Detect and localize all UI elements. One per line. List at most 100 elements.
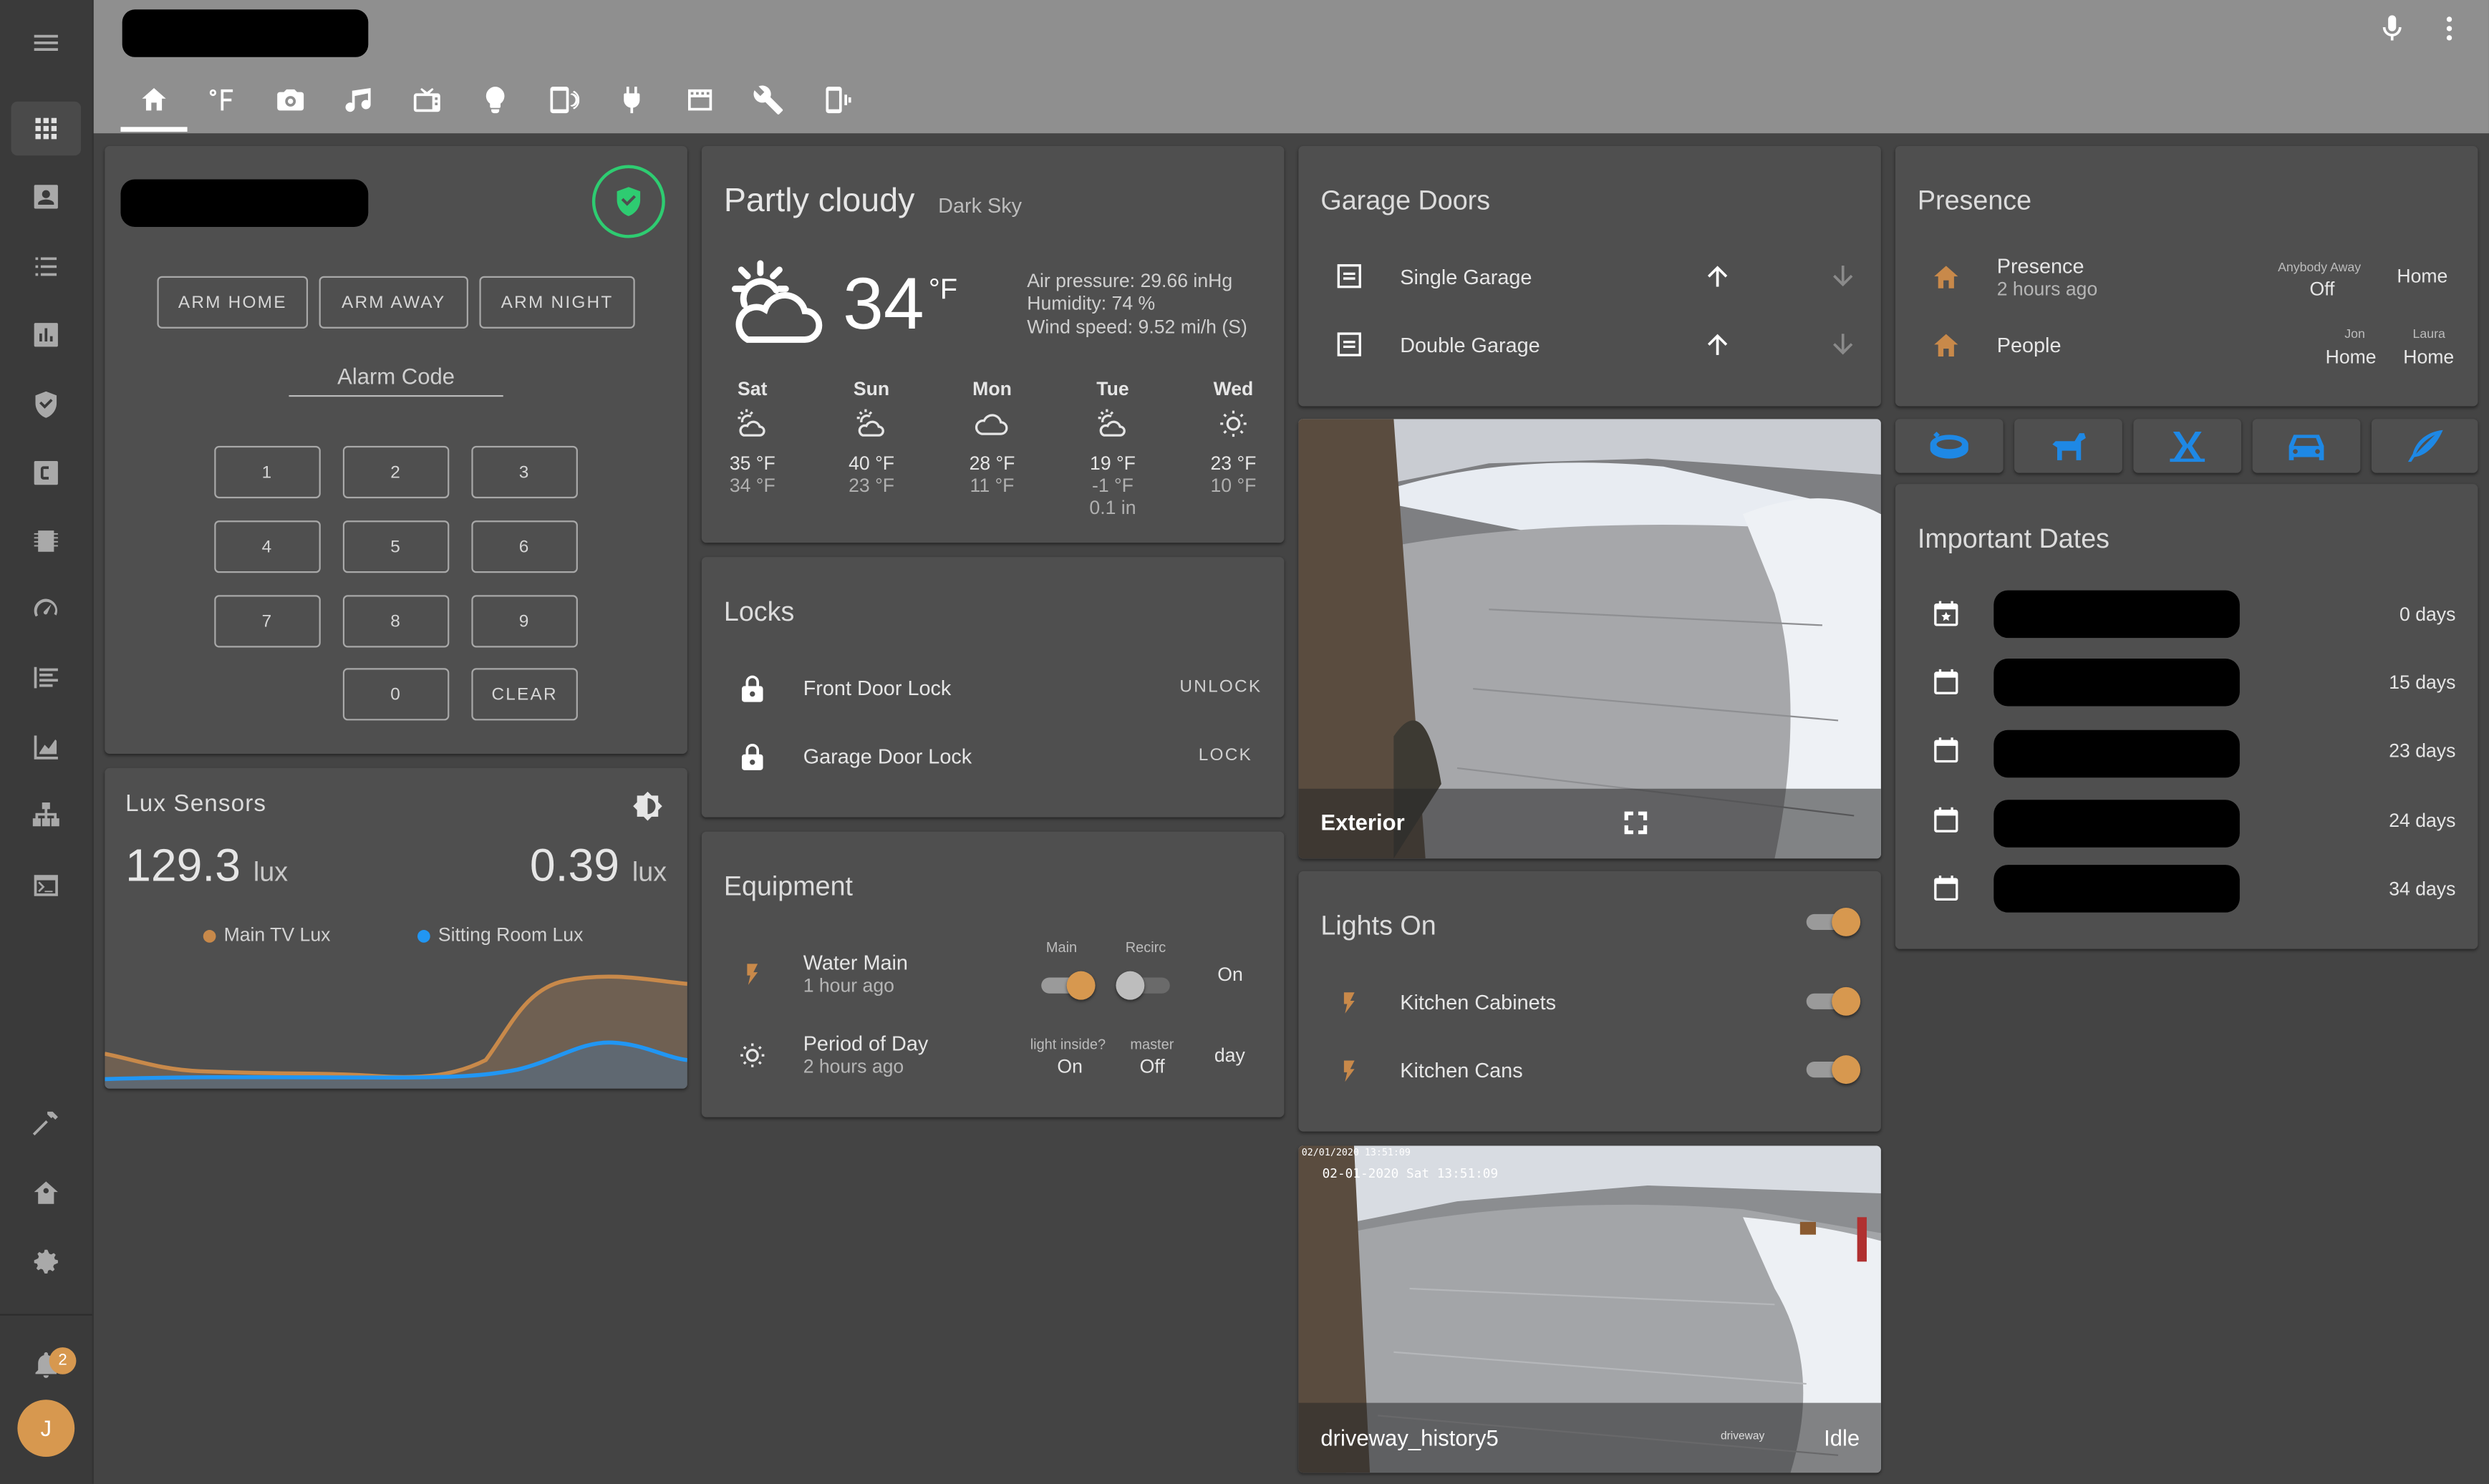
driveway-camera-card[interactable]: 02/01/2020 13:51:09 02-01-2020 Sat 13:51… (1298, 1145, 1881, 1473)
voice-command-button[interactable] (2377, 13, 2408, 44)
keypad-5[interactable]: 5 (342, 520, 450, 573)
arm-night-button[interactable]: ARM NIGHT (479, 276, 635, 329)
sidebar-item-c[interactable] (11, 446, 82, 500)
format-list-text-icon (34, 666, 58, 689)
lock-icon[interactable] (737, 671, 768, 707)
shield-check-icon (617, 187, 641, 216)
tab-phones[interactable] (805, 70, 869, 130)
laura-label: Laura (2412, 326, 2445, 341)
overflow-menu-button[interactable] (2433, 13, 2465, 44)
date-countdown: 0 days (2399, 603, 2456, 626)
tab-power[interactable] (600, 70, 664, 130)
open-single-garage-button[interactable] (1701, 261, 1733, 292)
legend-dot-main-tv (203, 930, 216, 943)
double-garage-name[interactable]: Double Garage (1400, 334, 1540, 357)
sidebar-item-sitemap[interactable] (11, 789, 82, 843)
keypad-2[interactable]: 2 (342, 445, 450, 499)
dog-button[interactable] (2014, 419, 2122, 473)
garage-icon[interactable] (1335, 330, 1363, 359)
single-garage-name[interactable]: Single Garage (1400, 265, 1532, 288)
kitchen-cabinets-toggle[interactable] (1803, 986, 1861, 1016)
keypad-4[interactable]: 4 (214, 520, 321, 573)
arm-home-button[interactable]: ARM HOME (157, 276, 309, 329)
sidebar-item-console[interactable] (11, 858, 82, 912)
lights-master-toggle[interactable] (1803, 908, 1861, 936)
recirc-toggle[interactable] (1116, 971, 1173, 1000)
lux-value-1: 129.3 lux (125, 841, 288, 893)
home-icon[interactable] (1930, 330, 1962, 362)
presence-row-name[interactable]: Presence (1997, 254, 2084, 278)
water-main-name[interactable]: Water Main (803, 951, 908, 974)
flash-icon (740, 959, 765, 990)
garage-icon[interactable] (1335, 262, 1363, 291)
tab-home[interactable] (122, 70, 186, 130)
legend-sitting-room-lux[interactable]: Sitting Room Lux (438, 923, 584, 946)
keypad-9[interactable]: 9 (471, 595, 578, 648)
forecast-precip: 0.1 in (1089, 496, 1136, 519)
sidebar-item-developer-tools[interactable] (11, 1097, 82, 1150)
close-double-garage-button[interactable] (1827, 329, 1859, 360)
sidebar-item-supervisor[interactable] (11, 1166, 82, 1220)
car-button[interactable] (2252, 419, 2361, 473)
lock-icon[interactable] (737, 739, 768, 775)
user-avatar[interactable]: J (17, 1400, 75, 1458)
camera-caption-bar: Exterior (1298, 788, 1881, 859)
kitchen-cabinets-name[interactable]: Kitchen Cabinets (1400, 990, 1556, 1014)
sidebar-item-chart[interactable] (11, 720, 82, 774)
sidebar-item-overview[interactable] (11, 101, 82, 156)
kitchen-cans-name[interactable]: Kitchen Cans (1400, 1059, 1522, 1082)
sidebar-item-account-box[interactable] (11, 170, 82, 223)
phone-vibrate-icon (826, 87, 851, 114)
garage-door-lock-name[interactable]: Garage Door Lock (803, 745, 972, 768)
sidebar-item-logbook[interactable] (11, 240, 82, 294)
front-door-lock-name[interactable]: Front Door Lock (803, 676, 952, 699)
fullscreen-button[interactable] (1620, 808, 1651, 838)
sidebar-item-configuration[interactable] (11, 1235, 82, 1289)
tab-music[interactable] (327, 70, 391, 130)
open-double-garage-button[interactable] (1701, 329, 1733, 360)
period-of-day-name[interactable]: Period of Day (803, 1032, 929, 1055)
temperature-fahrenheit-icon (209, 89, 233, 111)
tab-cameras[interactable] (258, 70, 322, 130)
tab-devices[interactable] (532, 70, 596, 130)
vacuum-button[interactable] (1895, 419, 2004, 473)
feather-button[interactable] (2371, 419, 2478, 473)
arm-away-button[interactable]: ARM AWAY (319, 276, 468, 329)
exterior-camera-card[interactable]: Exterior (1298, 419, 1881, 859)
forecast-day-name: Tue (1096, 377, 1129, 400)
main-toggle[interactable] (1038, 971, 1096, 1000)
legend-main-tv-lux[interactable]: Main TV Lux (224, 923, 331, 946)
sidebar-item-history[interactable] (11, 308, 82, 362)
keypad-8[interactable]: 8 (342, 595, 450, 648)
keypad-3[interactable]: 3 (471, 445, 578, 499)
alarm-code-input[interactable]: Alarm Code (289, 364, 503, 397)
weather-humidity: Humidity: 74 % (1027, 291, 1156, 314)
unlock-button[interactable]: UNLOCK (1179, 678, 1262, 697)
close-single-garage-button[interactable] (1827, 261, 1859, 292)
keypad-7[interactable]: 7 (214, 595, 321, 648)
sidebar-item-speedometer[interactable] (11, 583, 82, 636)
tab-lights[interactable] (463, 70, 527, 130)
redacted-title (122, 9, 369, 57)
lock-button[interactable]: LOCK (1199, 746, 1252, 765)
shield-check-icon (35, 391, 57, 418)
sidebar-item-chip[interactable] (11, 514, 82, 568)
home-icon[interactable] (1930, 262, 1962, 294)
people-row-name[interactable]: People (1997, 334, 2062, 357)
keypad-clear[interactable]: CLEAR (471, 668, 578, 721)
menu-button[interactable] (11, 16, 82, 69)
sidebar-item-list[interactable] (11, 651, 82, 704)
weather-card[interactable]: Partly cloudy Dark Sky 34 °F Air pressur… (701, 145, 1285, 543)
keypad-6[interactable]: 6 (471, 520, 578, 573)
tab-media[interactable] (668, 70, 732, 130)
tab-climate[interactable] (190, 70, 254, 130)
keypad-1[interactable]: 1 (214, 445, 321, 499)
forecast-low: 23 °F (849, 474, 894, 497)
camera-overlay-timestamp: 02-01-2020 Sat 13:51:09 (1322, 1166, 1499, 1181)
tab-tv[interactable] (395, 70, 459, 130)
tab-maintenance[interactable] (737, 70, 801, 130)
sidebar-item-security[interactable] (11, 378, 82, 432)
keypad-0[interactable]: 0 (342, 668, 450, 721)
kitchen-cans-toggle[interactable] (1803, 1055, 1861, 1085)
mower-button[interactable] (2133, 419, 2242, 473)
